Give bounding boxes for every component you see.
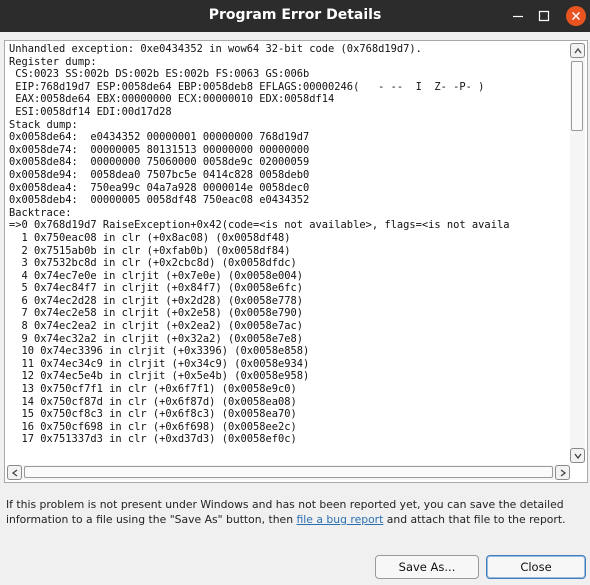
log-line: 16 0x750cf698 in clr (+0x6f698) (0x0058e… <box>9 420 297 433</box>
bug-report-link[interactable]: file a bug report <box>296 513 383 526</box>
close-icon <box>566 6 586 26</box>
horizontal-scrollbar[interactable] <box>7 465 570 480</box>
log-line: Register dump: <box>9 55 97 68</box>
info-text-after-link: and attach that file to the report. <box>383 513 566 526</box>
close-window-button[interactable] <box>566 6 586 26</box>
log-line: Stack dump: <box>9 118 78 131</box>
log-line: EAX:0058de64 EBX:00000000 ECX:00000010 E… <box>9 93 335 106</box>
scroll-up-button[interactable] <box>570 43 585 58</box>
log-line: 0x0058deb4: 00000005 0058df48 750eac08 e… <box>9 194 310 207</box>
log-line: 13 0x750cf7f1 in clr (+0x6f7f1) (0x0058e… <box>9 383 297 396</box>
log-line: 2 0x7515ab0b in clr (+0xfab0b) (0x0058df… <box>9 244 291 257</box>
scroll-left-button[interactable] <box>7 465 22 480</box>
log-line: 0x0058de64: e0434352 00000001 00000000 7… <box>9 131 310 144</box>
save-as-button[interactable]: Save As... <box>375 555 479 579</box>
log-line: 6 0x74ec2d28 in clrjit (+0x2d28) (0x0058… <box>9 294 304 307</box>
log-line: 0x0058de74: 00000005 80131513 00000000 0… <box>9 143 310 156</box>
log-line: 0x0058dea4: 750ea99c 04a7a928 0000014e 0… <box>9 181 310 194</box>
log-line: 0x0058de94: 0058dea0 7507bc5e 0414c828 0… <box>9 168 310 181</box>
log-line: ESI:0058df14 EDI:00d17d28 <box>9 105 172 118</box>
log-line: 9 0x74ec32a2 in clrjit (+0x32a2) (0x0058… <box>9 332 304 345</box>
log-line: 15 0x750cf8c3 in clr (+0x6f8c3) (0x0058e… <box>9 408 297 421</box>
log-line: 1 0x750eac08 in clr (+0x8ac08) (0x0058df… <box>9 231 291 244</box>
log-line: =>0 0x768d19d7 RaiseException+0x42(code=… <box>9 219 510 232</box>
log-line: 14 0x750cf87d in clr (+0x6f87d) (0x0058e… <box>9 395 297 408</box>
save-as-label: Save As... <box>398 560 456 574</box>
vertical-scrollbar[interactable] <box>570 43 585 463</box>
log-line: 10 0x74ec3396 in clrjit (+0x3396) (0x005… <box>9 345 310 358</box>
log-line: 8 0x74ec2ea2 in clrjit (+0x2ea2) (0x0058… <box>9 320 304 333</box>
log-line: EIP:768d19d7 ESP:0058de64 EBP:0058deb8 E… <box>9 80 485 93</box>
log-line: 11 0x74ec34c9 in clrjit (+0x34c9) (0x005… <box>9 357 310 370</box>
scroll-right-button[interactable] <box>555 465 570 480</box>
close-button[interactable]: Close <box>486 555 586 579</box>
log-line: CS:0023 SS:002b DS:002b ES:002b FS:0063 … <box>9 68 310 81</box>
chevron-up-icon <box>573 47 582 54</box>
log-line: 7 0x74ec2e58 in clrjit (+0x2e58) (0x0058… <box>9 307 304 320</box>
error-log-text[interactable]: Unhandled exception: 0xe0434352 in wow64… <box>9 43 569 461</box>
chevron-right-icon <box>560 469 566 477</box>
log-line: 0x0058de84: 00000000 75060000 0058de9c 0… <box>9 156 310 169</box>
window-title: Program Error Details <box>208 7 382 23</box>
minimize-icon[interactable] <box>508 6 528 26</box>
error-log-area[interactable]: Unhandled exception: 0xe0434352 in wow64… <box>4 40 588 483</box>
log-line: Backtrace: <box>9 206 72 219</box>
chevron-left-icon <box>11 469 17 477</box>
scroll-down-button[interactable] <box>570 448 585 463</box>
info-message: If this problem is not present under Win… <box>6 497 576 527</box>
log-line: 5 0x74ec84f7 in clrjit (+0x84f7) (0x0058… <box>9 282 304 295</box>
chevron-down-icon <box>573 453 582 460</box>
log-line: 3 0x7532bc8d in clr (+0x2cbc8d) (0x0058d… <box>9 257 297 270</box>
vertical-scroll-thumb[interactable] <box>571 61 583 131</box>
title-bar: Program Error Details <box>0 0 590 32</box>
horizontal-scroll-thumb[interactable] <box>24 466 553 478</box>
log-line: 4 0x74ec7e0e in clrjit (+0x7e0e) (0x0058… <box>9 269 304 282</box>
log-line: 12 0x74ec5e4b in clrjit (+0x5e4b) (0x005… <box>9 370 310 383</box>
log-line: 17 0x751337d3 in clr (+0xd37d3) (0x0058e… <box>9 433 297 446</box>
log-line: Unhandled exception: 0xe0434352 in wow64… <box>9 43 422 55</box>
close-label: Close <box>520 560 552 574</box>
maximize-icon[interactable] <box>534 6 554 26</box>
